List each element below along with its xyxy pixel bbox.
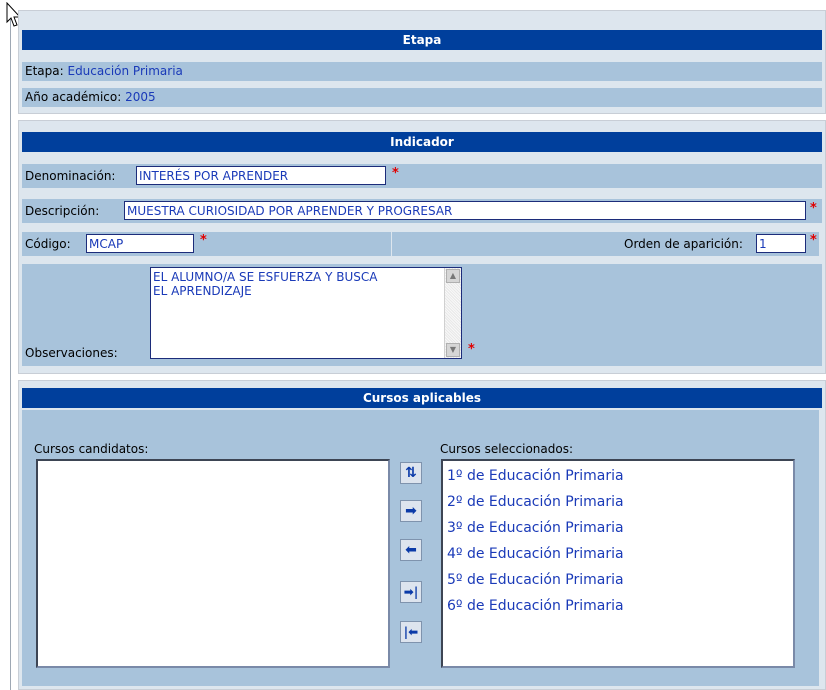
list-item[interactable]: 5º de Educación Primaria xyxy=(443,567,793,593)
scroll-up-icon[interactable]: ▲ xyxy=(446,269,460,283)
denominacion-input[interactable]: INTERÉS POR APRENDER xyxy=(136,166,386,185)
orden-label: Orden de aparición: xyxy=(624,237,743,251)
candidatos-label: Cursos candidatos: xyxy=(34,442,149,456)
arrow-right-icon[interactable]: ➡ xyxy=(400,500,422,522)
orden-row: Orden de aparición: xyxy=(392,232,819,256)
anio-label: Año académico: xyxy=(25,90,122,104)
arrow-left-icon[interactable]: ⬅ xyxy=(400,539,422,561)
list-item[interactable]: 4º de Educación Primaria xyxy=(443,541,793,567)
observaciones-scrollbar[interactable]: ▲ ▼ xyxy=(444,268,461,358)
list-item[interactable]: 1º de Educación Primaria xyxy=(443,463,793,489)
etapa-title-bar: Etapa xyxy=(22,30,822,50)
arrow-right-bar-icon[interactable]: ➡| xyxy=(400,581,422,603)
denominacion-label: Denominación: xyxy=(25,169,116,183)
anio-row: Año académico: 2005 xyxy=(22,88,822,107)
indicador-section: Indicador Denominación: INTERÉS POR APRE… xyxy=(18,120,826,374)
descripcion-input[interactable]: MUESTRA CURIOSIDAD POR APRENDER Y PROGRE… xyxy=(124,201,806,220)
seleccionados-label: Cursos seleccionados: xyxy=(440,442,574,456)
anio-value: 2005 xyxy=(125,90,156,104)
etapa-section: Etapa Etapa: Educación Primaria Año acad… xyxy=(18,10,826,114)
etapa-label: Etapa: xyxy=(25,64,64,78)
observaciones-textarea[interactable]: EL ALUMNO/A SE ESFUERZA Y BUSCA EL APREN… xyxy=(150,267,462,359)
left-frame-rule xyxy=(10,16,11,690)
etapa-row: Etapa: Educación Primaria xyxy=(22,62,822,81)
cursos-title-bar: Cursos aplicables xyxy=(22,388,822,408)
etapa-value: Educación Primaria xyxy=(67,64,183,78)
orden-input[interactable]: 1 xyxy=(756,234,806,253)
swap-icon[interactable]: ⇅ xyxy=(400,462,422,484)
seleccionados-list[interactable]: 1º de Educación Primaria 2º de Educación… xyxy=(441,459,795,668)
candidatos-list[interactable] xyxy=(36,459,390,668)
codigo-input[interactable]: MCAP xyxy=(86,234,194,253)
indicador-title-bar: Indicador xyxy=(22,132,822,152)
codigo-required-mark: * xyxy=(200,233,207,248)
observaciones-text: EL ALUMNO/A SE ESFUERZA Y BUSCA EL APREN… xyxy=(153,270,378,298)
descripcion-label: Descripción: xyxy=(25,204,100,218)
codigo-label: Código: xyxy=(25,237,71,251)
cursos-section: Cursos aplicables Cursos candidatos: Cur… xyxy=(18,380,826,690)
orden-required-mark: * xyxy=(810,233,817,248)
list-item[interactable]: 3º de Educación Primaria xyxy=(443,515,793,541)
list-item[interactable]: 2º de Educación Primaria xyxy=(443,489,793,515)
scroll-down-icon[interactable]: ▼ xyxy=(446,343,460,357)
denominacion-required-mark: * xyxy=(392,166,399,181)
observaciones-required-mark: * xyxy=(468,342,475,357)
observaciones-label: Observaciones: xyxy=(25,346,118,360)
arrow-left-bar-icon[interactable]: |⬅ xyxy=(400,621,422,643)
descripcion-required-mark: * xyxy=(810,201,817,216)
list-item[interactable]: 6º de Educación Primaria xyxy=(443,593,793,619)
